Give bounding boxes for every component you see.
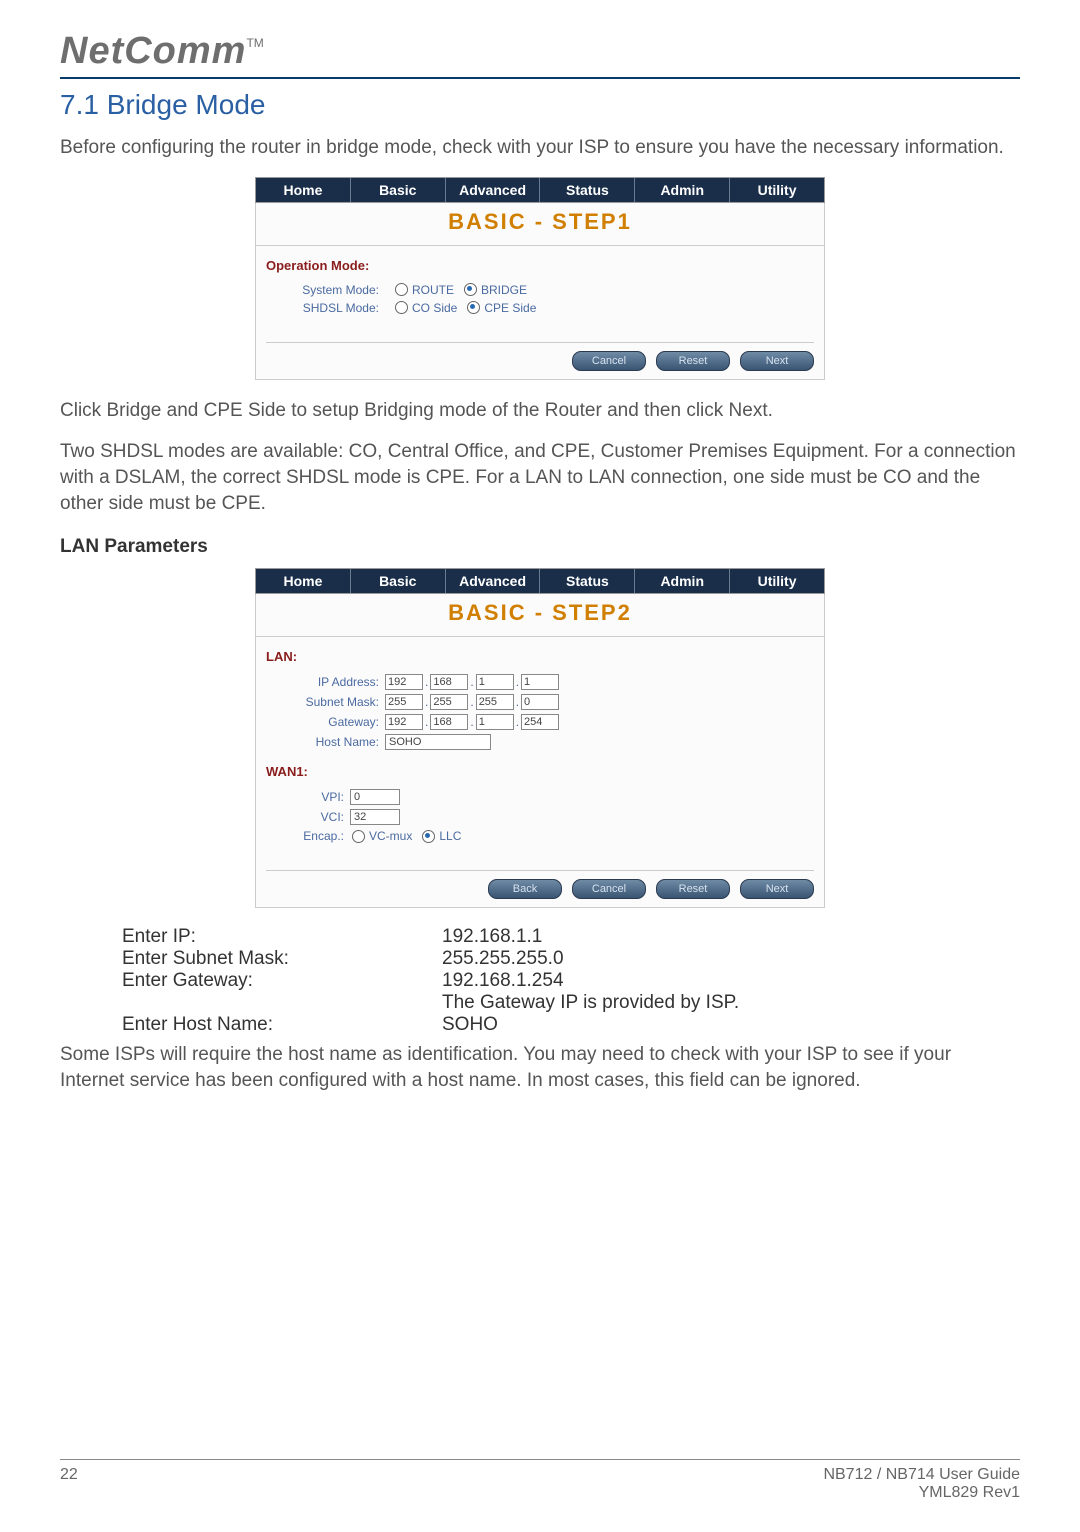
info-gateway-note-value: The Gateway IP is provided by ISP. — [442, 992, 739, 1014]
cancel-button-2[interactable]: Cancel — [572, 879, 646, 899]
radio-cpe-side[interactable] — [467, 301, 480, 314]
paragraph-after-step1-b: Two SHDSL modes are available: CO, Centr… — [60, 439, 1020, 516]
tab-advanced[interactable]: Advanced — [446, 178, 541, 202]
radio-llc[interactable] — [422, 830, 435, 843]
ip-octet-1[interactable] — [385, 674, 423, 690]
cancel-button[interactable]: Cancel — [572, 351, 646, 371]
host-name-field[interactable] — [385, 734, 491, 750]
gateway-label: Gateway: — [264, 715, 385, 729]
back-button[interactable]: Back — [488, 879, 562, 899]
section-title: 7.1 Bridge Mode — [60, 89, 1020, 121]
tab-utility-2[interactable]: Utility — [730, 569, 824, 593]
radio-route-label: ROUTE — [412, 283, 454, 297]
tab-home-2[interactable]: Home — [256, 569, 351, 593]
radio-vcmux-label: VC-mux — [369, 829, 412, 843]
screenshot-step2: Home Basic Advanced Status Admin Utility… — [255, 568, 825, 908]
vci-field[interactable] — [350, 809, 400, 825]
screenshot-step1: Home Basic Advanced Status Admin Utility… — [255, 177, 825, 380]
operation-mode-label: Operation Mode: — [266, 258, 816, 273]
reset-button-2[interactable]: Reset — [656, 879, 730, 899]
vpi-label: VPI: — [264, 790, 350, 804]
wan1-group-label: WAN1: — [266, 764, 816, 779]
subnet-octet-2[interactable] — [430, 694, 468, 710]
radio-cpe-side-label: CPE Side — [484, 301, 536, 315]
intro-paragraph: Before configuring the router in bridge … — [60, 135, 1020, 161]
page-number: 22 — [60, 1466, 78, 1502]
shdsl-mode-label: SHDSL Mode: — [264, 301, 385, 315]
gateway-octet-4[interactable] — [521, 714, 559, 730]
reset-button[interactable]: Reset — [656, 351, 730, 371]
closing-paragraph: Some ISPs will require the host name as … — [60, 1042, 1020, 1093]
info-table: Enter IP:192.168.1.1 Enter Subnet Mask:2… — [122, 926, 1020, 1036]
info-subnet-value: 255.255.255.0 — [442, 948, 564, 970]
gateway-octet-3[interactable] — [476, 714, 514, 730]
trademark: TM — [246, 36, 263, 50]
tab-basic[interactable]: Basic — [351, 178, 446, 202]
tab-status[interactable]: Status — [540, 178, 635, 202]
subnet-octet-3[interactable] — [476, 694, 514, 710]
tab-status-2[interactable]: Status — [540, 569, 635, 593]
tab-advanced-2[interactable]: Advanced — [446, 569, 541, 593]
info-ip-label: Enter IP: — [122, 926, 442, 948]
tab-admin[interactable]: Admin — [635, 178, 730, 202]
subnet-octet-1[interactable] — [385, 694, 423, 710]
tab-bar: Home Basic Advanced Status Admin Utility — [255, 177, 825, 203]
info-gateway-value: 192.168.1.254 — [442, 970, 564, 992]
radio-llc-label: LLC — [439, 829, 461, 843]
subnet-octet-4[interactable] — [521, 694, 559, 710]
gateway-octet-2[interactable] — [430, 714, 468, 730]
info-ip-value: 192.168.1.1 — [442, 926, 542, 948]
info-hostname-value: SOHO — [442, 1014, 498, 1036]
tab-admin-2[interactable]: Admin — [635, 569, 730, 593]
system-mode-label: System Mode: — [264, 283, 385, 297]
subnet-mask-label: Subnet Mask: — [264, 695, 385, 709]
footer-guide: NB712 / NB714 User Guide — [823, 1466, 1020, 1484]
radio-route[interactable] — [395, 283, 408, 296]
next-button[interactable]: Next — [740, 351, 814, 371]
info-hostname-label: Enter Host Name: — [122, 1014, 442, 1036]
info-gateway-label: Enter Gateway: — [122, 970, 442, 992]
radio-vcmux[interactable] — [352, 830, 365, 843]
ip-octet-4[interactable] — [521, 674, 559, 690]
tab-utility[interactable]: Utility — [730, 178, 824, 202]
tab-home[interactable]: Home — [256, 178, 351, 202]
host-name-label: Host Name: — [264, 735, 385, 749]
tab-bar-2: Home Basic Advanced Status Admin Utility — [255, 568, 825, 594]
encap-label: Encap.: — [264, 829, 350, 843]
ip-address-label: IP Address: — [264, 675, 385, 689]
radio-bridge-label: BRIDGE — [481, 283, 527, 297]
lan-group-label: LAN: — [266, 649, 816, 664]
page-footer: 22 NB712 / NB714 User Guide YML829 Rev1 — [60, 1459, 1020, 1502]
radio-bridge[interactable] — [464, 283, 477, 296]
step1-header: BASIC - STEP1 — [255, 203, 825, 246]
step2-header: BASIC - STEP2 — [255, 594, 825, 637]
ip-octet-3[interactable] — [476, 674, 514, 690]
vci-label: VCI: — [264, 810, 350, 824]
radio-co-side-label: CO Side — [412, 301, 457, 315]
tab-basic-2[interactable]: Basic — [351, 569, 446, 593]
next-button-2[interactable]: Next — [740, 879, 814, 899]
brand-logo: NetComm — [60, 30, 246, 72]
gateway-octet-1[interactable] — [385, 714, 423, 730]
vpi-field[interactable] — [350, 789, 400, 805]
lan-parameters-heading: LAN Parameters — [60, 536, 1020, 558]
info-subnet-label: Enter Subnet Mask: — [122, 948, 442, 970]
info-gateway-note-label — [122, 992, 442, 1014]
ip-octet-2[interactable] — [430, 674, 468, 690]
footer-rev: YML829 Rev1 — [823, 1484, 1020, 1502]
radio-co-side[interactable] — [395, 301, 408, 314]
paragraph-after-step1-a: Click Bridge and CPE Side to setup Bridg… — [60, 398, 1020, 424]
